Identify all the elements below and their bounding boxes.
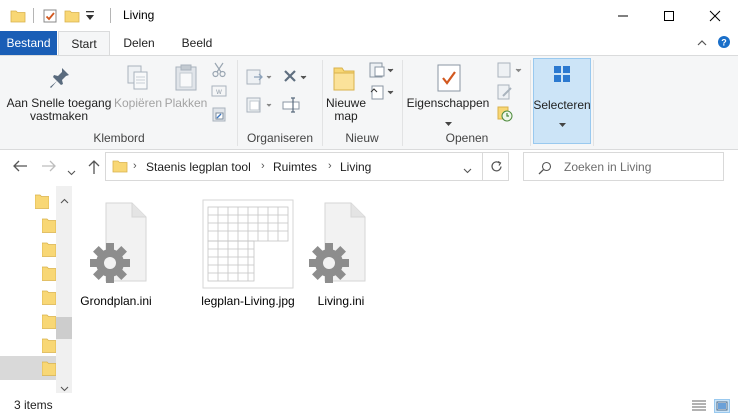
ribbon: Aan Snelle toegang vastmaken Kopiëren Pl…	[0, 55, 738, 150]
properties-dropdown-icon	[445, 116, 452, 130]
search-placeholder: Zoeken in Living	[564, 160, 652, 174]
new-folder-label-line2: map	[334, 109, 358, 123]
properties-button[interactable]: Eigenschappen	[404, 60, 492, 126]
help-icon[interactable]: ?	[717, 35, 731, 52]
rename-icon[interactable]	[282, 96, 304, 117]
nav-folder-icon[interactable]	[41, 217, 57, 236]
paste-button[interactable]: Plakken	[163, 60, 209, 126]
select-icon	[553, 65, 571, 86]
settings-file-icon	[305, 201, 369, 288]
breadcrumb-separator: ›	[261, 160, 265, 172]
pin-to-quick-access-button[interactable]: Aan Snelle toegang vastmaken	[5, 60, 113, 126]
copy-label: Kopiëren	[113, 96, 163, 110]
nav-folder-icon[interactable]	[34, 193, 50, 212]
nav-scrollbar-thumb[interactable]	[56, 317, 72, 339]
image-thumbnail-icon	[202, 199, 294, 292]
tab-beeld[interactable]: Beeld	[168, 31, 226, 55]
file-name: Grondplan.ini	[80, 294, 152, 308]
properties-quick-access-icon[interactable]	[42, 8, 58, 27]
move-to-icon[interactable]	[246, 68, 272, 89]
copy-path-icon[interactable]: W	[211, 84, 227, 101]
new-item-icon[interactable]	[369, 62, 395, 83]
close-button[interactable]	[692, 0, 738, 31]
nav-folder-icon[interactable]	[41, 360, 57, 379]
select-dropdown-icon	[559, 117, 566, 131]
title-bar: Living	[0, 0, 738, 31]
tab-delen[interactable]: Delen	[112, 31, 166, 55]
settings-file-icon	[86, 201, 150, 288]
paste-label: Plakken	[164, 96, 208, 110]
refresh-button[interactable]	[482, 152, 509, 181]
tab-bestand[interactable]: Bestand	[0, 31, 57, 55]
file-name: Living.ini	[317, 294, 365, 308]
address-bar[interactable]: › Staenis legplan tool › Ruimtes › Livin…	[105, 152, 509, 181]
nav-folder-icon[interactable]	[41, 265, 57, 284]
properties-icon	[437, 64, 461, 95]
group-organiseren-label: Organiseren	[246, 131, 314, 145]
ribbon-tabs: Bestand Start Delen Beeld ?	[0, 31, 738, 56]
select-label: Selecteren	[533, 98, 591, 112]
new-folder-icon	[331, 64, 357, 95]
history-icon[interactable]	[497, 106, 513, 125]
easy-access-icon[interactable]	[369, 84, 395, 105]
pin-label-line2: vastmaken	[29, 109, 89, 123]
edit-icon[interactable]	[497, 84, 513, 103]
file-name: legplan-Living.jpg	[201, 294, 295, 308]
new-folder-quick-access-icon[interactable]	[64, 8, 80, 27]
maximize-button[interactable]	[646, 0, 692, 31]
properties-label: Eigenschappen	[406, 96, 490, 110]
nav-folder-icon[interactable]	[41, 337, 57, 356]
search-box[interactable]: Zoeken in Living	[523, 152, 724, 181]
paste-icon	[173, 64, 199, 95]
nav-scrollbar[interactable]	[56, 186, 72, 393]
back-button[interactable]	[12, 159, 28, 177]
collapse-ribbon-icon[interactable]	[697, 37, 707, 51]
address-history-icon[interactable]	[463, 163, 472, 177]
breadcrumb-separator: ›	[133, 160, 137, 172]
recent-locations-button[interactable]	[67, 163, 76, 180]
pin-icon	[49, 66, 71, 93]
details-view-icon[interactable]	[691, 399, 707, 413]
scroll-up-icon[interactable]	[60, 193, 69, 207]
select-button[interactable]: Selecteren	[533, 58, 591, 144]
svg-text:W: W	[216, 90, 222, 96]
window-title: Living	[123, 8, 155, 22]
copy-button[interactable]: Kopiëren	[113, 60, 163, 126]
nav-folder-icon[interactable]	[41, 289, 57, 308]
minimize-button[interactable]	[600, 0, 646, 31]
paste-shortcut-icon[interactable]	[211, 106, 227, 125]
group-klembord-label: Klembord	[93, 131, 145, 145]
item-count: 3 items	[14, 398, 53, 412]
svg-text:?: ?	[721, 38, 727, 48]
navigation-pane	[0, 186, 73, 393]
copy-icon	[125, 64, 151, 95]
new-folder-button[interactable]: Nieuwe map	[323, 60, 366, 126]
status-bar: 3 items	[0, 393, 738, 417]
forward-button[interactable]	[41, 159, 57, 177]
group-nieuw-label: Nieuw	[345, 131, 379, 145]
copy-to-icon[interactable]	[246, 96, 272, 117]
folder-icon	[10, 8, 26, 27]
search-icon	[538, 161, 552, 178]
breadcrumb-living[interactable]: Living	[340, 160, 371, 174]
nav-folder-icon[interactable]	[41, 313, 57, 332]
open-icon[interactable]	[497, 62, 523, 83]
group-openen-label: Openen	[445, 131, 489, 145]
breadcrumb-separator: ›	[328, 160, 332, 172]
folder-icon	[112, 158, 128, 177]
breadcrumb-ruimtes[interactable]: Ruimtes	[273, 160, 317, 174]
nav-folder-icon[interactable]	[41, 241, 57, 260]
navigation-row: › Staenis legplan tool › Ruimtes › Livin…	[0, 150, 738, 186]
delete-icon[interactable]	[282, 68, 308, 89]
cut-icon[interactable]	[211, 62, 227, 81]
customize-quick-access-icon[interactable]	[85, 10, 95, 25]
up-button[interactable]	[87, 159, 101, 179]
tab-start[interactable]: Start	[58, 31, 110, 56]
large-icons-view-icon[interactable]	[714, 399, 730, 413]
breadcrumb-staenis-legplan-tool[interactable]: Staenis legplan tool	[146, 160, 251, 174]
